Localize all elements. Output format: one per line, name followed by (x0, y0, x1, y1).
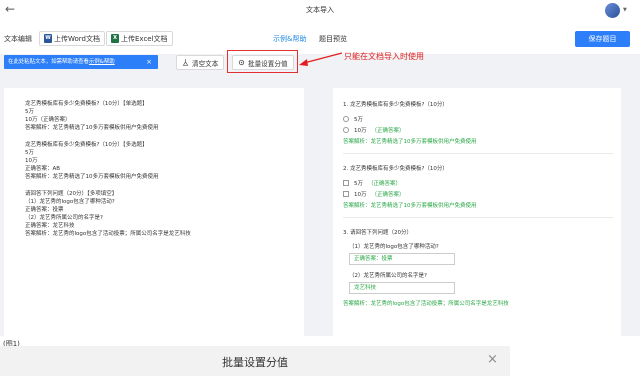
window-title: 文本导入 (306, 6, 334, 14)
gear-icon (238, 59, 245, 66)
excel-icon: X (111, 34, 119, 43)
editor-block-3: 请回答下列问题（20分）【多项填空】 （1）龙艺秀的logo包含了哪种活动? 正… (25, 190, 304, 238)
correct-tag: （正确答案） (368, 180, 402, 187)
question-title: 3. 请回答下列问题（20分） (343, 230, 412, 236)
batch-score-button[interactable]: 批量设置分值 (232, 55, 294, 70)
editor-line: 正确答案：AB (25, 166, 61, 172)
answer-analysis: 答案解析：龙艺秀的logo包含了活动投票；所属公司名字是龙艺科技 (343, 301, 509, 307)
title-bar: ← 文本导入 ▼ (0, 0, 640, 22)
option-label: 10万 (354, 127, 367, 134)
import-window: ← 文本导入 ▼ 文本编辑 W 上传Word文档 X 上传Excel文档 示例&… (0, 0, 640, 336)
editor-line: 10万（正确答案） (25, 117, 71, 123)
tab-preview[interactable]: 题目预览 (319, 34, 347, 44)
clear-text-button[interactable]: 清空文本 (176, 55, 225, 70)
answer-field[interactable]: 正确答案：投票 (349, 253, 455, 265)
question-title: 1. 龙艺秀模板库有多少免费模板?（10分） (343, 102, 448, 108)
upload-word-button[interactable]: W 上传Word文档 (39, 31, 105, 46)
upload-excel-label: 上传Excel文档 (121, 34, 168, 43)
dialog-title: 批量设置分值 (222, 356, 288, 369)
editor-block-1: 龙艺秀模板库有多少免费模板?（10分）【单选题】 5万 10万（正确答案） 答案… (25, 100, 304, 132)
preview-panel: 1. 龙艺秀模板库有多少免费模板?（10分） 5万 10万 （正确答案） 答案解析… (333, 88, 621, 336)
editor-line: 龙艺秀模板库有多少免费模板?（10分）【多选题】 (25, 142, 148, 148)
checkbox-icon (343, 190, 349, 197)
text-edit-label: 文本编辑 (4, 35, 32, 43)
editor-line: 答案解析：龙艺秀的logo包含了活动投票；所属公司名字是龙艺科技 (25, 231, 191, 237)
correct-tag: （正确答案） (371, 127, 405, 134)
editor-block-2: 龙艺秀模板库有多少免费模板?（10分）【多选题】 5万 10万 正确答案：AB … (25, 141, 304, 181)
close-icon[interactable]: × (146, 55, 152, 69)
option-item[interactable]: 10万 （正确答案） (343, 188, 621, 199)
chevron-down-icon[interactable]: ▼ (623, 7, 627, 13)
annotation-text: 只能在文档导入时使用 (344, 52, 424, 61)
text-editor[interactable]: 龙艺秀模板库有多少免费模板?（10分）【单选题】 5万 10万（正确答案） 答案… (4, 88, 304, 336)
radio-icon (343, 115, 349, 122)
checkbox-icon (343, 179, 349, 186)
info-banner: 在此处粘贴文本，如需帮助请查看示例&帮助 × (4, 55, 158, 69)
batch-score-label: 批量设置分值 (248, 59, 288, 68)
close-icon[interactable]: × (487, 352, 498, 367)
help-link[interactable]: 示例&帮助 (273, 34, 306, 44)
editor-line: 答案解析：龙艺秀精选了10多万套模板供用户免费使用 (25, 174, 159, 180)
option-label: 10万 (354, 191, 367, 198)
editor-line: 5万 (25, 150, 34, 156)
upload-excel-button[interactable]: X 上传Excel文档 (106, 31, 173, 46)
option-item[interactable]: 5万 （正确答案） (343, 177, 621, 188)
editor-line: （1）龙艺秀的logo包含了哪种活动? (25, 199, 115, 205)
save-button[interactable]: 保存题目 (575, 31, 630, 47)
info-help-link[interactable]: 示例&帮助 (89, 59, 115, 65)
option-label: 5万 (354, 180, 363, 187)
editor-line: 答案解析：龙艺秀精选了10多万套模板供用户免费使用 (25, 125, 159, 131)
editor-line: 正确答案：投票 (25, 207, 64, 213)
arrow-icon (299, 52, 343, 66)
clear-text-label: 清空文本 (192, 59, 219, 68)
editor-line: 龙艺秀模板库有多少免费模板?（10分）【单选题】 (25, 101, 148, 107)
correct-tag: （正确答案） (371, 191, 405, 198)
word-icon: W (44, 34, 52, 43)
question-title: 2. 龙艺秀模板库有多少免费模板?（10分） (343, 166, 448, 172)
upload-word-label: 上传Word文档 (54, 34, 100, 43)
dialog-header: 批量设置分值 × (0, 346, 510, 376)
sub-question: （1）龙艺秀的logo包含了哪种活动? (349, 244, 439, 250)
answer-analysis: 答案解析：龙艺秀精选了10多万套模板供用户免费使用 (343, 203, 477, 209)
sub-question: （2）龙艺秀所属公司的名字是? (349, 273, 427, 279)
editor-line: 5万 (25, 109, 34, 115)
option-label: 5万 (354, 116, 363, 123)
broom-icon (182, 59, 189, 66)
editor-line: （2）龙艺秀所属公司的名字是? (25, 215, 103, 221)
answer-analysis: 答案解析：龙艺秀精选了10多万套模板供用户免费使用 (343, 139, 477, 145)
avatar[interactable] (605, 3, 620, 18)
editor-line: 请回答下列问题（20分）【多项填空】 (25, 191, 118, 197)
editor-line: 正确答案：龙艺科技 (25, 223, 75, 229)
answer-field[interactable]: 龙艺科技 (349, 282, 455, 294)
option-item[interactable]: 10万 （正确答案） (343, 124, 621, 135)
info-banner-text: 在此处粘贴文本，如需帮助请查看 (8, 59, 89, 65)
radio-icon (343, 126, 349, 133)
editor-line: 10万 (25, 158, 38, 164)
option-item[interactable]: 5万 (343, 113, 621, 124)
